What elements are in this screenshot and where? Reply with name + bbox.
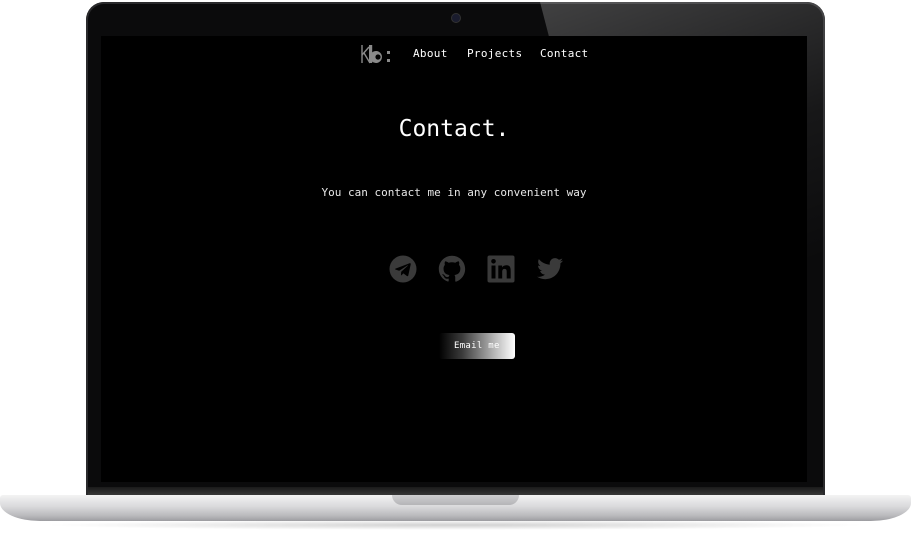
website-screen: About Projects Contact Contact. You can … (101, 36, 807, 482)
nav-link-contact[interactable]: Contact (540, 47, 588, 60)
telegram-icon[interactable] (389, 255, 417, 283)
github-icon[interactable] (438, 255, 466, 283)
nav-link-about[interactable]: About (413, 47, 448, 60)
nav-link-projects[interactable]: Projects (467, 47, 522, 60)
laptop-shadow (40, 520, 870, 530)
webcam (452, 14, 460, 22)
linkedin-icon[interactable] (487, 255, 515, 283)
page-subtitle: You can contact me in any convenient way (321, 186, 587, 199)
top-nav: About Projects Contact (101, 36, 807, 72)
twitter-icon[interactable] (536, 255, 564, 283)
logo[interactable] (360, 42, 394, 66)
email-me-button[interactable]: Email me (439, 333, 515, 359)
page-title: Contact. (398, 116, 510, 142)
laptop-mockup: About Projects Contact Contact. You can … (0, 0, 911, 551)
social-links (389, 255, 569, 283)
laptop-notch (392, 495, 519, 505)
